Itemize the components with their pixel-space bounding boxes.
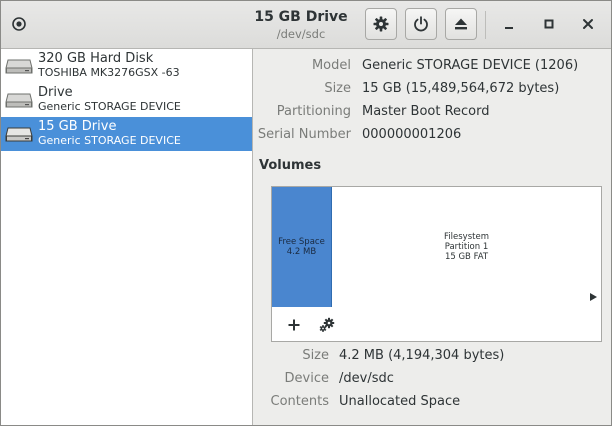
contents-label: Contents bbox=[270, 394, 329, 409]
volume-toolbar bbox=[271, 307, 602, 342]
drive-list-item[interactable]: 320 GB Hard Disk TOSHIBA MK3276GSX -63 bbox=[1, 49, 252, 83]
partitioning-label: Partitioning bbox=[276, 104, 351, 119]
removable-drive-icon bbox=[5, 93, 33, 108]
device-value: /dev/sdc bbox=[339, 371, 394, 386]
play-arrow-icon[interactable] bbox=[590, 293, 597, 301]
drive-description: Generic STORAGE DEVICE bbox=[38, 134, 181, 147]
volume-size-value: 4.2 MB (4,194,304 bytes) bbox=[339, 348, 505, 363]
eject-button[interactable] bbox=[445, 8, 477, 40]
power-off-button[interactable] bbox=[405, 8, 437, 40]
serial-number-label: Serial Number bbox=[257, 127, 351, 142]
partitioning-value: Master Boot Record bbox=[362, 104, 490, 119]
volume-map: Free Space 4.2 MB Filesystem Partition 1… bbox=[271, 186, 602, 308]
maximize-icon bbox=[544, 19, 554, 29]
size-label: Size bbox=[324, 81, 351, 96]
serial-number-value: 000000001206 bbox=[362, 127, 462, 142]
filesystem-segment[interactable]: Filesystem Partition 1 15 GB FAT bbox=[332, 187, 601, 307]
header-bar: 15 GB Drive /dev/sdc bbox=[1, 1, 611, 49]
volumes-heading: Volumes bbox=[259, 158, 322, 173]
filesystem-type-label: Filesystem bbox=[444, 232, 489, 242]
disc-icon bbox=[12, 17, 26, 31]
close-button[interactable] bbox=[579, 15, 597, 33]
device-label: Device bbox=[284, 371, 329, 386]
drive-list: 320 GB Hard Disk TOSHIBA MK3276GSX -63 D… bbox=[1, 49, 253, 425]
partition-size: 15 GB FAT bbox=[444, 252, 489, 262]
partition-settings-button[interactable] bbox=[317, 315, 337, 335]
model-value: Generic STORAGE DEVICE (1206) bbox=[362, 58, 579, 73]
drive-name: Drive bbox=[38, 85, 73, 100]
drive-description: TOSHIBA MK3276GSX -63 bbox=[38, 66, 180, 79]
drive-settings-button[interactable] bbox=[365, 8, 397, 40]
minimize-button[interactable] bbox=[500, 15, 518, 33]
plus-icon bbox=[288, 319, 300, 331]
eject-icon bbox=[455, 18, 467, 30]
power-icon bbox=[414, 16, 428, 32]
close-icon bbox=[583, 19, 593, 29]
drive-list-item[interactable]: Drive Generic STORAGE DEVICE bbox=[1, 83, 252, 117]
free-space-size: 4.2 MB bbox=[286, 247, 317, 257]
app-menu-button[interactable] bbox=[10, 15, 28, 33]
hard-disk-icon bbox=[5, 59, 33, 74]
free-space-label: Free Space bbox=[278, 237, 325, 247]
drive-list-item-selected[interactable]: 15 GB Drive Generic STORAGE DEVICE bbox=[1, 117, 252, 151]
drive-description: Generic STORAGE DEVICE bbox=[38, 100, 181, 113]
maximize-button[interactable] bbox=[540, 15, 558, 33]
drive-name: 320 GB Hard Disk bbox=[38, 51, 154, 66]
size-value: 15 GB (15,489,564,672 bytes) bbox=[362, 81, 560, 96]
free-space-segment[interactable]: Free Space 4.2 MB bbox=[272, 187, 332, 307]
drive-name: 15 GB Drive bbox=[38, 119, 117, 134]
drive-details-panel: Model Generic STORAGE DEVICE (1206) Size… bbox=[253, 49, 611, 425]
removable-drive-icon bbox=[5, 127, 33, 142]
disks-window: 15 GB Drive /dev/sdc 320 GB Hard Disk TO… bbox=[0, 0, 612, 426]
volume-size-label: Size bbox=[302, 348, 329, 363]
gears-icon bbox=[319, 317, 335, 332]
partition-name: Partition 1 bbox=[444, 242, 489, 252]
gear-icon bbox=[373, 16, 389, 32]
header-separator bbox=[485, 11, 486, 39]
minimize-icon bbox=[505, 27, 513, 29]
contents-value: Unallocated Space bbox=[339, 394, 461, 409]
create-partition-button[interactable] bbox=[284, 315, 304, 335]
model-label: Model bbox=[311, 58, 351, 73]
